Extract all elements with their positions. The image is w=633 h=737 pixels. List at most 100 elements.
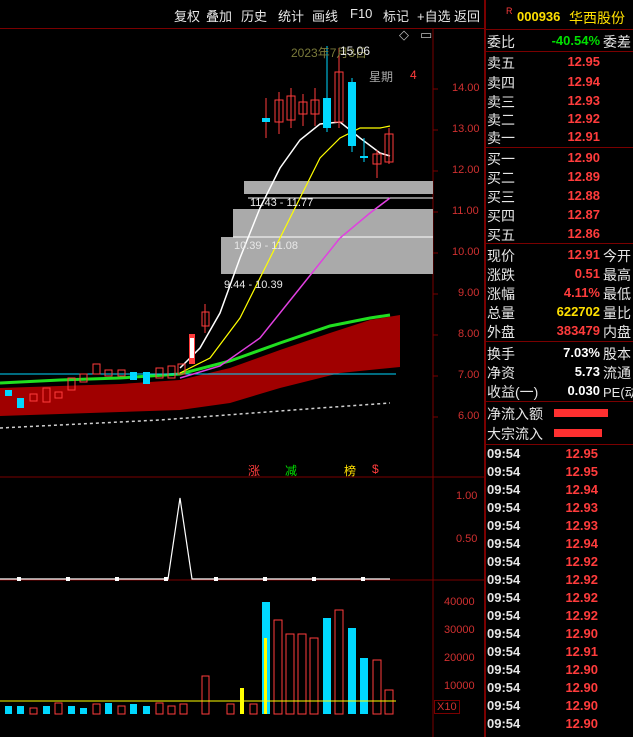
tick-time: 09:54 — [487, 464, 521, 479]
stat-right-label: 最低 — [603, 286, 631, 302]
tick-row: 09:54 12.92 — [486, 608, 633, 626]
f10-button[interactable]: F10 — [350, 6, 372, 21]
weibi-label: 委比 — [487, 34, 515, 50]
tick-row: 09:54 12.90 — [486, 698, 633, 716]
statistics-button[interactable]: 统计 — [278, 6, 304, 25]
ask-row[interactable]: 卖五 12.95 — [486, 53, 633, 71]
stat2-right-label: 股本 — [603, 346, 631, 362]
stat2-row: 换手 7.03% 股本 — [486, 344, 633, 362]
price-tick: 13.00 — [452, 123, 480, 135]
tick-price: 12.92 — [565, 590, 598, 605]
tick-row: 09:54 12.94 — [486, 536, 633, 554]
tick-row: 09:54 12.92 — [486, 572, 633, 590]
tick-price: 12.94 — [565, 536, 598, 551]
flow-row: 净流入额 — [486, 404, 633, 422]
bid-label: 买二 — [487, 170, 515, 186]
stat2-right-label: 流通 — [603, 365, 631, 381]
ask-row[interactable]: 卖一 12.91 — [486, 128, 633, 146]
tick-time: 09:54 — [487, 644, 521, 659]
ask-row[interactable]: 卖三 12.93 — [486, 92, 633, 110]
stat-label: 现价 — [487, 248, 515, 264]
history-button[interactable]: 历史 — [241, 6, 267, 25]
tick-time: 09:54 — [487, 680, 521, 695]
high-price-label: 15.06 — [340, 44, 371, 58]
ask-price: 12.92 — [567, 111, 600, 126]
stat2-label: 收益(一) — [487, 384, 539, 400]
ask-label: 卖一 — [487, 130, 515, 146]
tick-list[interactable]: 09:54 12.95 09:54 12.95 09:54 12.94 09:54 12.93… — [486, 446, 633, 737]
tick-price: 12.90 — [565, 698, 598, 713]
flow-row: 大宗流入 — [486, 424, 633, 442]
back-button[interactable]: 返回 — [454, 6, 480, 25]
diamond-icon[interactable]: ◇ — [399, 27, 409, 43]
zone-box-2[interactable] — [233, 209, 433, 237]
fuquan-button[interactable]: 复权 — [174, 6, 200, 25]
ask-price: 12.93 — [567, 93, 600, 108]
tick-time: 09:54 — [487, 698, 521, 713]
mark-button[interactable]: 标记 — [383, 6, 409, 25]
bid-row[interactable]: 买二 12.89 — [486, 168, 633, 186]
stat-right-label: 量比 — [603, 305, 631, 321]
bid-label: 买五 — [487, 227, 515, 243]
zone-label-2: 10.39 - 11.08 — [234, 240, 299, 252]
bid-row[interactable]: 买四 12.87 — [486, 206, 633, 224]
flow-bar — [554, 409, 608, 417]
stat2-row: 净资 5.73 流通 — [486, 363, 633, 381]
signal-label: 涨 — [248, 464, 261, 478]
stock-code: 000936 — [517, 9, 561, 24]
bid-row[interactable]: 买三 12.88 — [486, 187, 633, 205]
price-tick: 12.00 — [452, 164, 480, 176]
tick-row: 09:54 12.95 — [486, 446, 633, 464]
tick-time: 09:54 — [487, 482, 521, 497]
zone-label-1: 11.43 - 11.77 — [250, 197, 314, 209]
indicator-tick: 0.50 — [456, 533, 478, 545]
bid-row[interactable]: 买一 12.90 — [486, 149, 633, 167]
add-watchlist-button[interactable]: +自选 — [417, 6, 451, 25]
ask-price: 12.95 — [567, 54, 600, 69]
quote-panel: R 000936 华西股份 委比 -40.54% 委差 卖五 12.95 卖四 … — [486, 0, 633, 737]
tick-price: 12.95 — [565, 446, 598, 461]
tick-row: 09:54 12.94 — [486, 482, 633, 500]
r-badge: R — [506, 6, 513, 16]
weicha-label: 委差 — [603, 34, 631, 50]
stat-row: 涨幅 4.11% 最低 — [486, 284, 633, 302]
chart-toolbar: 复权 叠加 历史 统计 画线 F10 标记 +自选 返回 — [0, 0, 484, 29]
stat-label: 涨跌 — [487, 267, 515, 283]
stat2-label: 换手 — [487, 346, 515, 362]
stat2-value: 0.030 — [567, 383, 600, 398]
stat2-row: 收益(一) 0.030 PE(动 — [486, 382, 633, 400]
tick-row: 09:54 12.90 — [486, 680, 633, 698]
tick-row: 09:54 12.91 — [486, 644, 633, 662]
bid-label: 买一 — [487, 151, 515, 167]
tick-price: 12.93 — [565, 500, 598, 515]
tick-time: 09:54 — [487, 536, 521, 551]
tick-price: 12.90 — [565, 626, 598, 641]
window-icon[interactable]: ▭ — [420, 27, 432, 43]
signal-label: 减 — [285, 464, 298, 478]
stat-label: 涨幅 — [487, 286, 515, 302]
bid-price: 12.88 — [567, 188, 600, 203]
bid-price: 12.87 — [567, 207, 600, 222]
tick-price: 12.90 — [565, 680, 598, 695]
ask-label: 卖二 — [487, 112, 515, 128]
tick-time: 09:54 — [487, 608, 521, 623]
bid-price: 12.89 — [567, 169, 600, 184]
tick-price: 12.92 — [565, 554, 598, 569]
price-tick: 14.00 — [452, 82, 480, 94]
volume-tick: 10000 — [444, 680, 475, 692]
stat2-right-label: PE(动 — [603, 385, 633, 400]
tick-row: 09:54 12.90 — [486, 662, 633, 680]
tick-row: 09:54 12.90 — [486, 716, 633, 734]
price-tick: 11.00 — [452, 205, 479, 217]
ask-row[interactable]: 卖二 12.92 — [486, 110, 633, 128]
price-tick: 9.00 — [458, 287, 480, 299]
overlay-button[interactable]: 叠加 — [206, 6, 232, 25]
draw-line-button[interactable]: 画线 — [312, 6, 338, 25]
ask-row[interactable]: 卖四 12.94 — [486, 73, 633, 91]
weekday-label: 星期 — [369, 70, 394, 84]
kline-chart[interactable] — [0, 28, 484, 737]
bid-row[interactable]: 买五 12.86 — [486, 225, 633, 243]
tick-time: 09:54 — [487, 500, 521, 515]
ask-label: 卖三 — [487, 94, 515, 110]
tick-time: 09:54 — [487, 626, 521, 641]
